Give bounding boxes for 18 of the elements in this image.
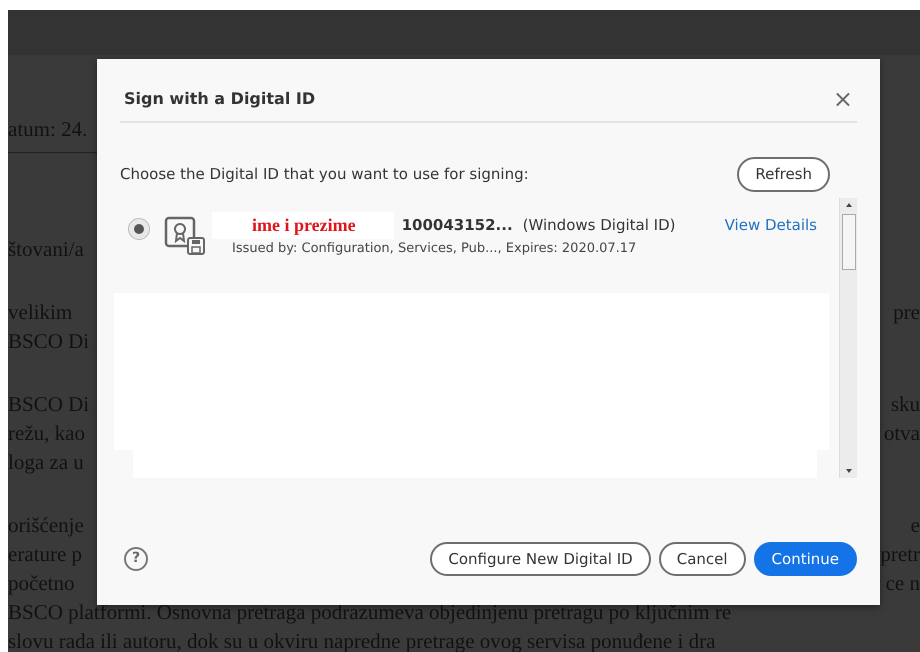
help-icon[interactable]: ? [124, 546, 148, 571]
issuer-text: Issued by: Configuration, Services, Pub..., Expires: 2020.07.17 [232, 240, 638, 258]
continue-button[interactable]: Continue [754, 542, 857, 576]
digital-id-row[interactable]: ime i prezime 100043152... (Windows Digital ID) View Details Issued by: Configuration, Services, Pub..., Expires: 2020.07.17 [120, 198, 839, 292]
redacted-name: ime i prezime [212, 212, 394, 238]
dialog-title: Sign with a Digital ID [124, 88, 316, 110]
radio-button[interactable] [128, 218, 150, 240]
certificate-icon [164, 216, 208, 256]
close-button[interactable]: × [828, 87, 857, 111]
view-details-link[interactable]: View Details [724, 214, 817, 236]
scroll-thumb[interactable] [842, 214, 856, 270]
certificate-serial: 100043152... [402, 214, 513, 236]
prompt-text: Choose the Digital ID that you want to use for signing: [120, 164, 529, 185]
scrollbar[interactable] [839, 198, 857, 478]
dialog-button[interactable]: Configure New Digital ID [430, 542, 651, 576]
certificate-type: (Windows Digital ID) [522, 214, 676, 236]
refresh-button[interactable]: Refresh [737, 157, 830, 192]
dialog-button[interactable]: Cancel [658, 542, 746, 576]
